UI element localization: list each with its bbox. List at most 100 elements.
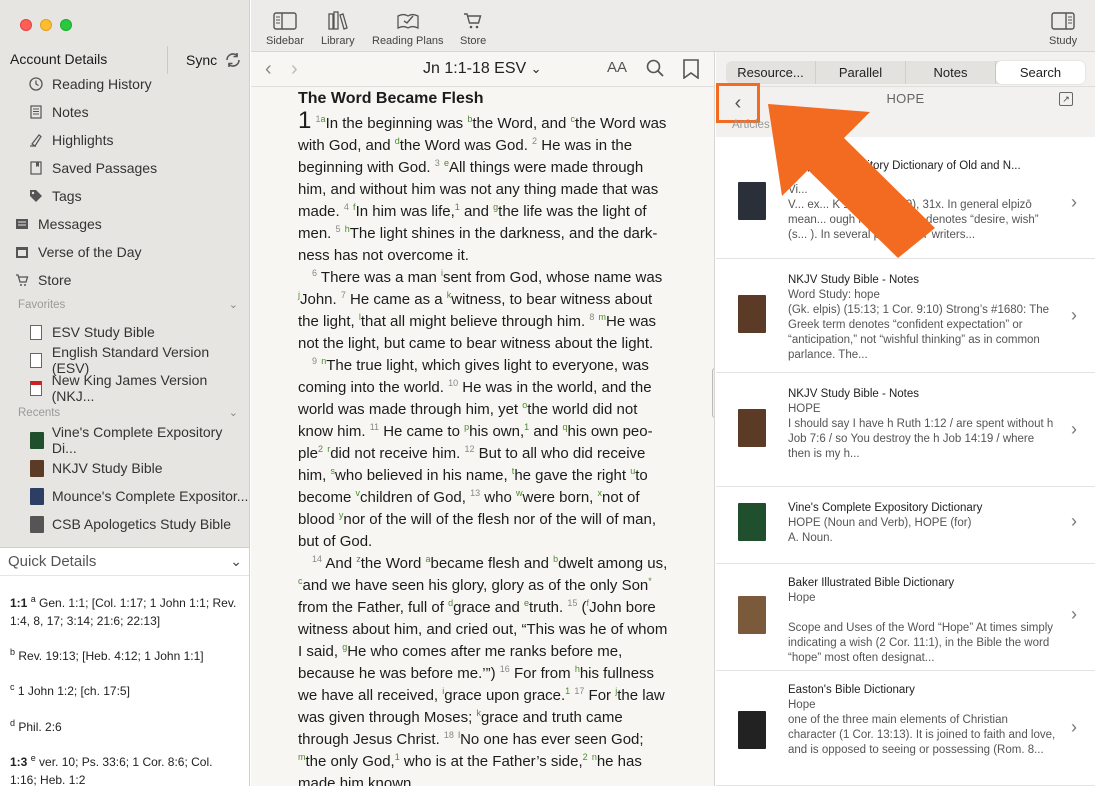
tag-icon: [28, 188, 44, 204]
sync-icon: [226, 53, 240, 67]
cart-icon: [14, 272, 30, 288]
sidebar-item-messages[interactable]: Messages: [14, 212, 102, 236]
study-tabs-bar: Resource... Parallel Notes Search: [716, 52, 1095, 87]
result-text: NKJV Study Bible - Notes Word Study: hop…: [788, 273, 1056, 363]
sidebar-item-highlights[interactable]: Highlights: [28, 128, 113, 152]
cross-ref-row[interactable]: c 1 John 1:2; [ch. 17:5]: [10, 678, 242, 700]
result-text: Vine's Complete Expository Dictionary HO…: [788, 501, 1056, 546]
bible-reader: ‹ › Jn 1:1-18 ESV ⌄ AA The Word Became F…: [251, 52, 715, 786]
sidebar-item-reading-history[interactable]: Reading History: [28, 72, 152, 96]
cross-ref-row[interactable]: 1:1 a Gen. 1:1; [Col. 1:17; 1 John 1:1; …: [10, 590, 242, 630]
font-size-button[interactable]: AA: [607, 59, 627, 76]
chevron-down-icon[interactable]: ⌄: [230, 553, 242, 570]
result-text: Easton's Bible Dictionary Hope one of th…: [788, 683, 1056, 758]
account-details-link[interactable]: Account Details: [10, 51, 107, 67]
result-text: NKJV Study Bible - Notes HOPE I should s…: [788, 387, 1056, 462]
cart-icon: [461, 10, 485, 32]
cross-ref-text: Gen. 1:1; [Col. 1:17; 1 John 1:1; Rev. 1…: [10, 596, 237, 628]
favorite-esv[interactable]: English Standard Version (ESV): [28, 344, 249, 376]
favorite-label: New King James Version (NKJ...: [51, 372, 208, 404]
sidebar-button[interactable]: Sidebar: [266, 10, 304, 47]
sidebar-item-label: Reading History: [52, 76, 152, 92]
cross-ref-text: Phil. 2:6: [18, 720, 62, 734]
forward-arrow-icon[interactable]: ›: [291, 58, 298, 81]
recent-item[interactable]: Vine's Complete Expository Di...: [30, 424, 249, 456]
cross-ref-mark: b: [10, 647, 16, 657]
sidebar-item-verse-of-the-day[interactable]: Verse of the Day: [14, 240, 142, 264]
back-arrow-icon[interactable]: ‹: [265, 58, 272, 81]
cross-ref-text: ver. 10; Ps. 33:6; 1 Cor. 8:6; Col. 1:16…: [10, 755, 213, 786]
search-term-title: HOPE: [886, 91, 925, 106]
reference-selector[interactable]: Jn 1:1-18 ESV ⌄: [423, 60, 542, 78]
chevron-right-icon: ›: [1071, 419, 1077, 439]
study-button[interactable]: Study: [1049, 10, 1077, 47]
open-external-icon[interactable]: ↗: [1059, 92, 1073, 106]
result-title: NKJV Study Bible - Notes: [788, 388, 920, 400]
store-button[interactable]: Store: [460, 10, 486, 47]
saved-passage-icon: [28, 160, 44, 176]
search-icon[interactable]: [646, 59, 664, 82]
zoom-window-button[interactable]: [60, 19, 72, 31]
sync-button[interactable]: Sync: [186, 50, 243, 70]
search-result-item[interactable]: ...mplete Expository Dictionary of Old a…: [716, 152, 1095, 259]
cross-ref-row[interactable]: b Rev. 19:13; [Heb. 4:12; 1 John 1:1]: [10, 643, 242, 665]
result-snippet: V... ex... K 1827 (S 1679), 31x. In gene…: [788, 199, 1039, 241]
sidebar: Account Details Sync Reading History Not…: [0, 0, 250, 786]
result-text: ...mplete Expository Dictionary of Old a…: [788, 159, 1056, 243]
cross-ref-row[interactable]: 1:3 e ver. 10; Ps. 33:6; 1 Cor. 8:6; Col…: [10, 749, 242, 786]
cross-ref-row[interactable]: d Phil. 2:6: [10, 714, 242, 736]
toolbar: Sidebar Library Reading Plans Store Stud…: [251, 0, 1095, 52]
panel-resize-handle[interactable]: [712, 368, 714, 418]
reading-plans-button[interactable]: Reading Plans: [372, 10, 444, 47]
chevron-down-icon[interactable]: ⌄: [229, 406, 238, 419]
result-subtitle: HOPE (Noun and Verb), HOPE (for): [788, 517, 972, 529]
search-result-item[interactable]: NKJV Study Bible - Notes HOPE I should s…: [716, 373, 1095, 487]
study-label: Study: [1049, 35, 1078, 47]
quick-details-panel: Quick Details ⌄ 1:1 a Gen. 1:1; [Col. 1:…: [0, 547, 249, 786]
favorites-section-header[interactable]: Favorites ⌄: [18, 299, 238, 311]
tab-notes[interactable]: Notes: [906, 61, 996, 84]
tab-resource[interactable]: Resource...: [726, 61, 816, 84]
verse-block: 14 And zthe Word abecame flesh and bdwel…: [298, 554, 668, 786]
book-icon: [28, 380, 44, 396]
favorite-esv-study-bible[interactable]: ESV Study Bible: [28, 320, 155, 344]
search-result-item[interactable]: Easton's Bible Dictionary Hope one of th…: [716, 671, 1095, 786]
sidebar-item-tags[interactable]: Tags: [28, 184, 82, 208]
tab-search[interactable]: Search: [996, 61, 1085, 84]
search-result-item[interactable]: Baker Illustrated Bible Dictionary Hope …: [716, 564, 1095, 671]
bookmark-icon[interactable]: [683, 59, 699, 84]
recents-section-header[interactable]: Recents ⌄: [18, 407, 238, 419]
cross-ref-text: 1 John 1:2; [ch. 17:5]: [17, 684, 130, 698]
result-subtitle: Vi...: [788, 184, 808, 196]
result-subtitle: Hope: [788, 592, 816, 604]
scripture-text[interactable]: The Word Became Flesh 1 1aIn the beginni…: [298, 88, 668, 786]
favorite-nkjv[interactable]: New King James Version (NKJ...: [28, 372, 249, 404]
result-text: Baker Illustrated Bible Dictionary Hope …: [788, 576, 1056, 666]
sidebar-item-label: Saved Passages: [52, 160, 158, 176]
chevron-right-icon: ›: [1071, 604, 1077, 624]
book-icon: [28, 324, 44, 340]
cross-ref-mark: a: [30, 594, 36, 604]
sidebar-item-notes[interactable]: Notes: [28, 100, 89, 124]
study-panel-icon: [1051, 10, 1075, 32]
quick-details-title: Quick Details: [8, 553, 97, 570]
recent-item[interactable]: CSB Apologetics Study Bible: [30, 512, 231, 536]
close-window-button[interactable]: [20, 19, 32, 31]
tab-parallel[interactable]: Parallel: [816, 61, 906, 84]
reading-plans-icon: [396, 10, 420, 32]
quick-details-header[interactable]: Quick Details ⌄: [0, 548, 249, 576]
search-result-item[interactable]: NKJV Study Bible - Notes Word Study: hop…: [716, 259, 1095, 373]
verse-block: 9 nThe true light, which gives light to …: [298, 356, 657, 551]
reading-plans-label: Reading Plans: [372, 35, 444, 47]
version-label: ESV: [494, 60, 527, 77]
sidebar-item-saved-passages[interactable]: Saved Passages: [28, 156, 157, 180]
chevron-down-icon[interactable]: ⌄: [229, 298, 238, 311]
search-result-item[interactable]: Vine's Complete Expository Dictionary HO…: [716, 487, 1095, 564]
book-cover-icon: [738, 295, 766, 333]
recent-item[interactable]: Mounce's Complete Expositor...: [30, 484, 248, 508]
library-button[interactable]: Library: [321, 10, 355, 47]
verse-block: 6 There was a man isent from God, whose …: [298, 268, 663, 353]
recent-item[interactable]: NKJV Study Bible: [30, 456, 163, 480]
minimize-window-button[interactable]: [40, 19, 52, 31]
sidebar-item-store[interactable]: Store: [14, 268, 71, 292]
